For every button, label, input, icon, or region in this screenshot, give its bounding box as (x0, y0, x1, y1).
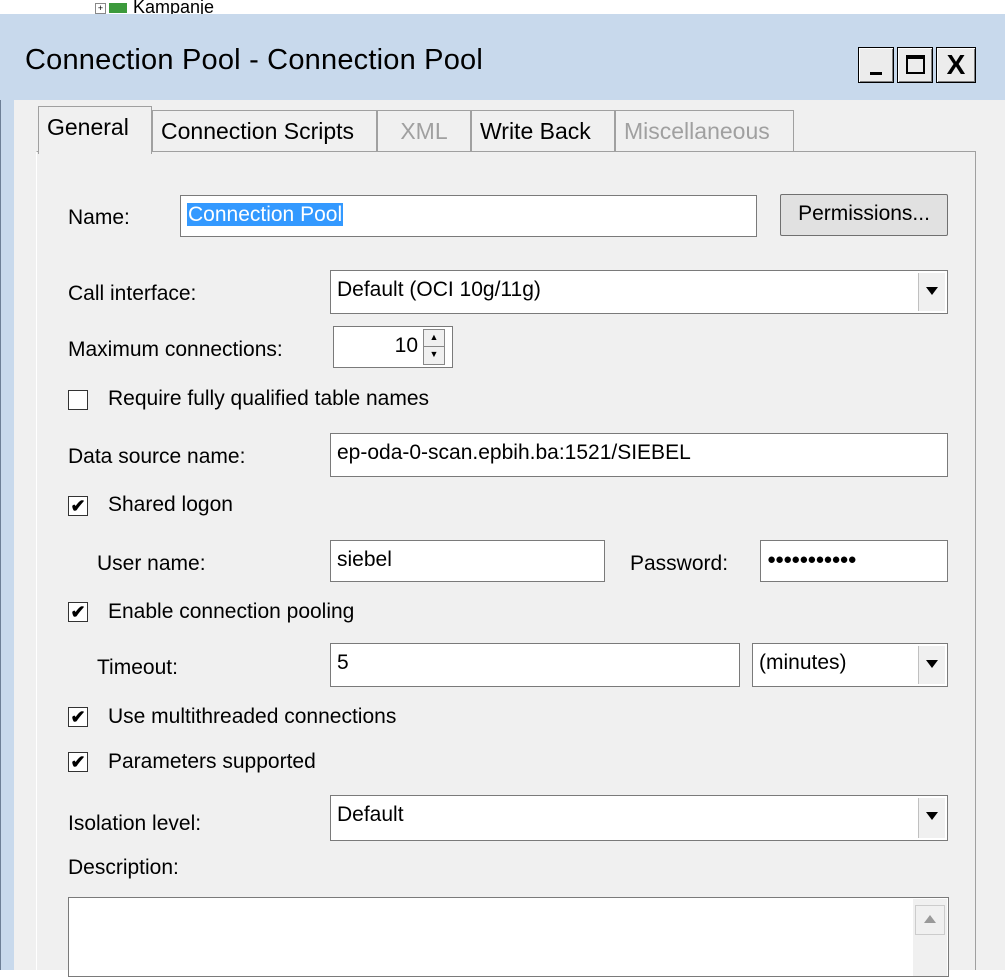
tree-item-label: Kampanje (133, 0, 215, 14)
password-label: Password: (630, 552, 729, 575)
name-value: Connection Pool (187, 203, 344, 226)
params-supported-checkbox[interactable]: ✔ (68, 752, 88, 772)
check-icon: ✔ (70, 707, 86, 727)
tab-write-back[interactable]: Write Back (471, 110, 615, 152)
isolation-label: Isolation level: (68, 812, 202, 835)
shared-logon-checkbox[interactable]: ✔ (68, 496, 88, 516)
minimize-button[interactable] (858, 47, 894, 83)
user-name-value: siebel (337, 548, 392, 571)
close-button[interactable]: X (936, 47, 976, 83)
dsn-value: ep-oda-0-scan.epbih.ba:1521/SIEBEL (337, 441, 691, 464)
max-connections-label: Maximum connections: (68, 338, 283, 361)
spin-buttons[interactable]: ▲ ▼ (423, 329, 445, 365)
check-icon: ✔ (70, 496, 86, 516)
tab-label: Miscellaneous (624, 118, 770, 144)
tab-general[interactable]: General (38, 106, 152, 154)
minimize-icon (870, 72, 882, 75)
timeout-value: 5 (337, 651, 349, 674)
tab-label: General (47, 114, 129, 140)
tab-xml[interactable]: XML (377, 110, 471, 152)
timeout-field[interactable]: 5 (330, 643, 740, 687)
scroll-up-icon[interactable] (915, 905, 945, 935)
tab-miscellaneous[interactable]: Miscellaneous (615, 110, 794, 152)
timeout-unit-value: (minutes) (759, 651, 847, 674)
window-title: Connection Pool - Connection Pool (25, 44, 483, 76)
tab-label: XML (400, 118, 448, 144)
require-fq-checkbox[interactable] (68, 390, 88, 410)
check-icon: ✔ (70, 752, 86, 772)
close-icon: X (946, 49, 966, 80)
require-fq-label: Require fully qualified table names (108, 387, 430, 410)
tab-label: Connection Scripts (161, 118, 355, 144)
tree-item-kampanje[interactable]: + Kampanje (95, 0, 214, 14)
password-field[interactable]: ●●●●●●●●●●● (760, 540, 948, 582)
description-textarea[interactable] (68, 897, 949, 977)
isolation-value: Default (337, 803, 404, 826)
timeout-unit-dropdown[interactable]: (minutes) (752, 643, 948, 687)
check-icon: ✔ (70, 602, 86, 622)
name-label: Name: (68, 206, 130, 229)
tab-connection-scripts[interactable]: Connection Scripts (152, 110, 377, 152)
maximize-icon (906, 55, 925, 74)
description-label: Description: (68, 856, 179, 879)
call-interface-label: Call interface: (68, 282, 197, 305)
user-name-label: User name: (97, 552, 206, 575)
name-field[interactable]: Connection Pool (180, 195, 757, 237)
tab-label: Write Back (480, 118, 591, 144)
chevron-down-icon[interactable] (918, 646, 945, 684)
chevron-down-icon[interactable] (918, 798, 945, 838)
shared-logon-label: Shared logon (108, 493, 233, 516)
user-name-field[interactable]: siebel (330, 540, 605, 582)
description-scrollbar[interactable] (913, 899, 947, 976)
password-value: ●●●●●●●●●●● (767, 551, 857, 568)
call-interface-value: Default (OCI 10g/11g) (337, 278, 541, 301)
params-supported-label: Parameters supported (108, 750, 316, 773)
isolation-dropdown[interactable]: Default (330, 795, 948, 841)
spin-up-icon[interactable]: ▲ (424, 330, 444, 347)
table-icon (109, 3, 127, 14)
timeout-label: Timeout: (97, 656, 178, 679)
chevron-down-icon[interactable] (918, 273, 945, 311)
maximize-button[interactable] (897, 47, 933, 83)
permissions-button[interactable]: Permissions... (780, 194, 948, 236)
multithreaded-checkbox[interactable]: ✔ (68, 707, 88, 727)
dsn-label: Data source name: (68, 445, 246, 468)
max-connections-value: 10 (394, 334, 418, 357)
spin-down-icon[interactable]: ▼ (424, 347, 444, 364)
expand-icon[interactable]: + (95, 2, 106, 14)
call-interface-dropdown[interactable]: Default (OCI 10g/11g) (330, 270, 948, 314)
dsn-field[interactable]: ep-oda-0-scan.epbih.ba:1521/SIEBEL (330, 433, 948, 477)
multithreaded-label: Use multithreaded connections (108, 705, 397, 728)
conn-pooling-checkbox[interactable]: ✔ (68, 602, 88, 622)
conn-pooling-label: Enable connection pooling (108, 600, 355, 623)
